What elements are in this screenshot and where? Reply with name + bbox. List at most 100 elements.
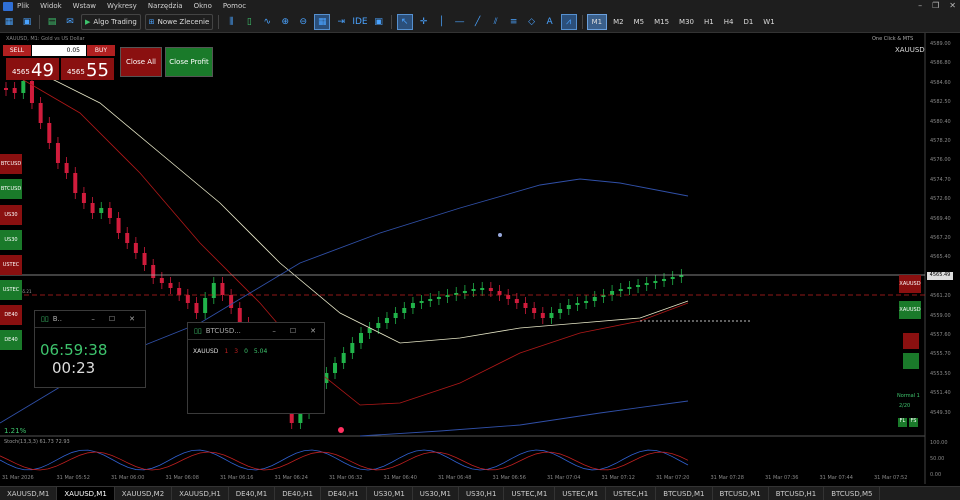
menu-window[interactable]: Okno — [194, 2, 212, 10]
tf-m5[interactable]: M5 — [630, 15, 649, 29]
chart-tab[interactable]: DE40,H1 — [275, 487, 321, 500]
ask-price-box[interactable]: 4565 55 — [61, 58, 114, 81]
menu-insert[interactable]: Wstaw — [73, 2, 96, 10]
side-ustec-buy[interactable]: USTEC — [0, 280, 22, 300]
cursor-icon[interactable]: ↖ — [396, 14, 413, 30]
xauusd-sell-tag[interactable]: XAUUSD — [899, 275, 921, 293]
candle-body — [644, 283, 649, 285]
chart-tab[interactable]: USTEC,M1 — [555, 487, 607, 500]
bid-price-box[interactable]: 4565 49 — [6, 58, 59, 81]
chart-tab[interactable]: BTCUSD,M1 — [656, 487, 713, 500]
candle-body — [47, 123, 52, 143]
menu-tools[interactable]: Narzędzia — [148, 2, 183, 10]
chart-tab[interactable]: BTCUSD,M5 — [824, 487, 881, 500]
chart-tab[interactable]: US30,H1 — [459, 487, 505, 500]
candle-body — [81, 193, 86, 203]
close-all-button[interactable]: Close All — [120, 47, 162, 77]
side-de40-buy[interactable]: DE40 — [0, 330, 22, 350]
side-us30-sell[interactable]: US30 — [0, 205, 22, 225]
side-us30-buy[interactable]: US30 — [0, 230, 22, 250]
chart-tab[interactable]: US30,M1 — [413, 487, 459, 500]
menu-help[interactable]: Pomoc — [223, 2, 246, 10]
timer-titlebar[interactable]: ▯▯ B.. – ☐ ✕ — [35, 311, 145, 328]
profiles-icon[interactable]: ▣ — [20, 15, 34, 29]
tf-m1[interactable]: M1 — [586, 14, 608, 30]
screenshot-icon[interactable]: ▣ — [372, 15, 386, 29]
tf-m30[interactable]: M30 — [675, 15, 698, 29]
chart-tab[interactable]: DE40,M1 — [229, 487, 276, 500]
tf-m15[interactable]: M15 — [650, 15, 673, 29]
chart-tab[interactable]: XAUUSD,H1 — [172, 487, 229, 500]
close-icon[interactable]: ✕ — [310, 327, 316, 335]
tf-m2[interactable]: M2 — [609, 15, 628, 29]
timer-window[interactable]: ▯▯ B.. – ☐ ✕ 06:59:38 00:23 — [34, 310, 146, 388]
xauusd-buy-tag[interactable]: XAUUSD — [899, 301, 921, 319]
navigator-icon[interactable]: ✉ — [63, 15, 77, 29]
price-chart[interactable]: XAUUSD, M1: Gold vs US Dollar # 36 4565.… — [0, 33, 960, 484]
btcusd-mini-window[interactable]: ▯▯ BTCUSD... – ☐ ✕ XAUUSD 1 3 0 5.04 — [187, 322, 325, 414]
minimize-icon[interactable]: – — [272, 327, 276, 335]
algo-trading-label: Algo Trading — [93, 18, 137, 26]
side-ustec-sell[interactable]: USTEC — [0, 255, 22, 275]
menu-file[interactable]: Plik — [17, 2, 29, 10]
side-btcusd-buy[interactable]: BTCUSD — [0, 179, 22, 199]
menu-charts[interactable]: Wykresy — [107, 2, 137, 10]
candle-body — [341, 353, 346, 363]
chart-tab[interactable]: XAUUSD,M1 — [0, 487, 58, 500]
lot-size-input[interactable]: 0.05 — [32, 45, 86, 56]
minimize-icon[interactable]: – — [91, 315, 95, 323]
grid-icon[interactable]: ▦ — [314, 14, 331, 30]
menu-view[interactable]: Widok — [40, 2, 62, 10]
text-icon[interactable]: A — [543, 15, 557, 29]
new-chart-icon[interactable]: ▦ — [2, 15, 16, 29]
trendline-icon[interactable]: ╱ — [471, 15, 485, 29]
tf-d1[interactable]: D1 — [739, 15, 757, 29]
restore-icon[interactable]: ❐ — [932, 1, 939, 10]
chart-tab[interactable]: DE40,H1 — [321, 487, 367, 500]
horizontal-line-icon[interactable]: ― — [453, 15, 467, 29]
new-order-button[interactable]: ⊞ Nowe Zlecenie — [144, 14, 214, 30]
chart-tab[interactable]: XAUUSD,M1 — [57, 487, 115, 500]
buy-button[interactable]: BUY — [87, 45, 115, 56]
line-chart-icon[interactable]: ∿ — [260, 15, 274, 29]
fibonacci-icon[interactable]: ≡ — [507, 15, 521, 29]
algo-trading-button[interactable]: ▶ Algo Trading — [81, 14, 141, 30]
ratio-label: 2/20 — [899, 403, 911, 409]
candle-chart-icon[interactable]: ▯ — [242, 15, 256, 29]
autoscroll-icon[interactable]: ⇥ — [334, 15, 348, 29]
channel-icon[interactable]: ⫽ — [489, 15, 503, 29]
zoom-in-icon[interactable]: ⊕ — [278, 15, 292, 29]
stoch-tick-label: 50.00 — [930, 456, 945, 462]
chart-tab[interactable]: XAUUSD,M2 — [115, 487, 173, 500]
vertical-line-icon[interactable]: │ — [435, 15, 449, 29]
chart-tab[interactable]: BTCUSD,M1 — [713, 487, 769, 500]
crosshair-icon[interactable]: ✛ — [417, 15, 431, 29]
price-tick-label: 4551.40 — [930, 390, 951, 397]
side-btcusd-sell[interactable]: BTCUSD — [0, 154, 22, 174]
close-icon[interactable]: ✕ — [949, 1, 956, 10]
chart-tab[interactable]: USTEC,H1 — [606, 487, 657, 500]
zoom-out-icon[interactable]: ⊖ — [296, 15, 310, 29]
bar-chart-icon[interactable]: ⫼ — [224, 15, 238, 29]
sell-button[interactable]: SELL — [3, 45, 31, 56]
shapes-icon[interactable]: ◇ — [525, 15, 539, 29]
side-de40-sell[interactable]: DE40 — [0, 305, 22, 325]
chart-tab[interactable]: US30,M1 — [367, 487, 413, 500]
market-watch-icon[interactable]: ▤ — [45, 15, 59, 29]
tf-w1[interactable]: W1 — [759, 15, 778, 29]
tf-h4[interactable]: H4 — [720, 15, 738, 29]
fl-button[interactable]: FL — [898, 418, 907, 427]
indicators-icon[interactable]: ⩘ — [560, 14, 577, 30]
chart-tab[interactable]: USTEC,M1 — [504, 487, 556, 500]
chart-tab[interactable]: BTCUSD,H1 — [769, 487, 825, 500]
minimize-icon[interactable]: – — [918, 1, 922, 10]
candle-body — [558, 309, 563, 313]
close-profit-button[interactable]: Close Profit — [165, 47, 213, 77]
close-icon[interactable]: ✕ — [129, 315, 135, 323]
ide-button[interactable]: IDE — [352, 15, 367, 29]
tf-h1[interactable]: H1 — [700, 15, 718, 29]
maximize-icon[interactable]: ☐ — [290, 327, 296, 335]
maximize-icon[interactable]: ☐ — [109, 315, 115, 323]
mini-titlebar[interactable]: ▯▯ BTCUSD... – ☐ ✕ — [188, 323, 324, 340]
fs-button[interactable]: FS — [909, 418, 918, 427]
